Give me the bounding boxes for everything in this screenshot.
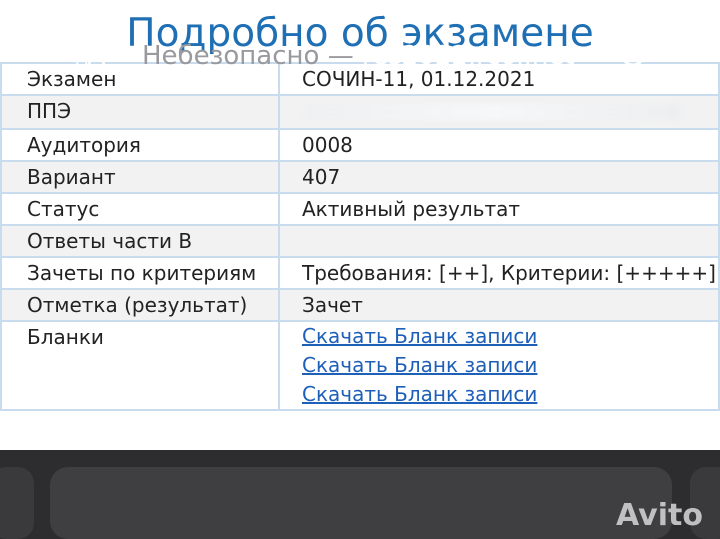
text-size-large-glyph: A	[87, 41, 106, 71]
table-row: ППЭ	[0, 94, 720, 130]
browser-toolbar	[0, 450, 720, 539]
row-value-forms: Скачать Бланк записи Скачать Бланк запис…	[278, 320, 720, 411]
row-value-room: 0008	[278, 128, 720, 162]
download-form-link-3[interactable]: Скачать Бланк записи	[302, 380, 717, 408]
url-text[interactable]: Небезопасно — res2022.rcoi.net	[142, 38, 575, 74]
exam-details-table: Экзамен СОЧИН-11, 01.12.2021 ППЭ Аудитор…	[0, 62, 720, 411]
table-row: Аудитория 0008	[0, 128, 720, 162]
table-row: Бланки Скачать Бланк записи Скачать Блан…	[0, 320, 720, 411]
table-row: Отметка (результат) Зачет	[0, 288, 720, 322]
row-value-ppe	[278, 94, 720, 130]
redacted-value	[302, 104, 682, 120]
row-label-status: Статус	[0, 192, 280, 226]
table-row: Вариант 407	[0, 160, 720, 194]
download-form-link-1[interactable]: Скачать Бланк записи	[302, 323, 717, 351]
row-label-grade: Отметка (результат)	[0, 288, 280, 322]
reload-icon[interactable]	[616, 38, 650, 72]
text-size-button[interactable]: AA	[76, 38, 105, 77]
table-row: Статус Активный результат	[0, 192, 720, 226]
row-value-criteria: Требования: [++], Критерии: [+++++]	[278, 256, 720, 290]
row-label-room: Аудитория	[0, 128, 280, 162]
row-value-variant: 407	[278, 160, 720, 194]
row-label-variant: Вариант	[0, 160, 280, 194]
table-row: Зачеты по критериям Требования: [++], Кр…	[0, 256, 720, 290]
address-bar[interactable]	[50, 467, 672, 539]
row-label-part-b: Ответы части B	[0, 224, 280, 258]
url-domain: res2022.rcoi.net	[361, 41, 575, 71]
url-insecure-label: Небезопасно —	[142, 41, 354, 71]
text-size-small-glyph: A	[76, 49, 88, 69]
row-value-status: Активный результат	[278, 192, 720, 226]
row-value-grade: Зачет	[278, 288, 720, 322]
table-row: Ответы части B	[0, 224, 720, 258]
previous-tab-pill[interactable]	[0, 467, 34, 539]
download-form-link-2[interactable]: Скачать Бланк записи	[302, 351, 717, 380]
row-label-criteria: Зачеты по критериям	[0, 256, 280, 290]
avito-watermark: Avito	[616, 498, 703, 533]
row-value-part-b	[278, 224, 720, 258]
row-label-forms: Бланки	[0, 320, 280, 411]
row-label-ppe: ППЭ	[0, 94, 280, 130]
